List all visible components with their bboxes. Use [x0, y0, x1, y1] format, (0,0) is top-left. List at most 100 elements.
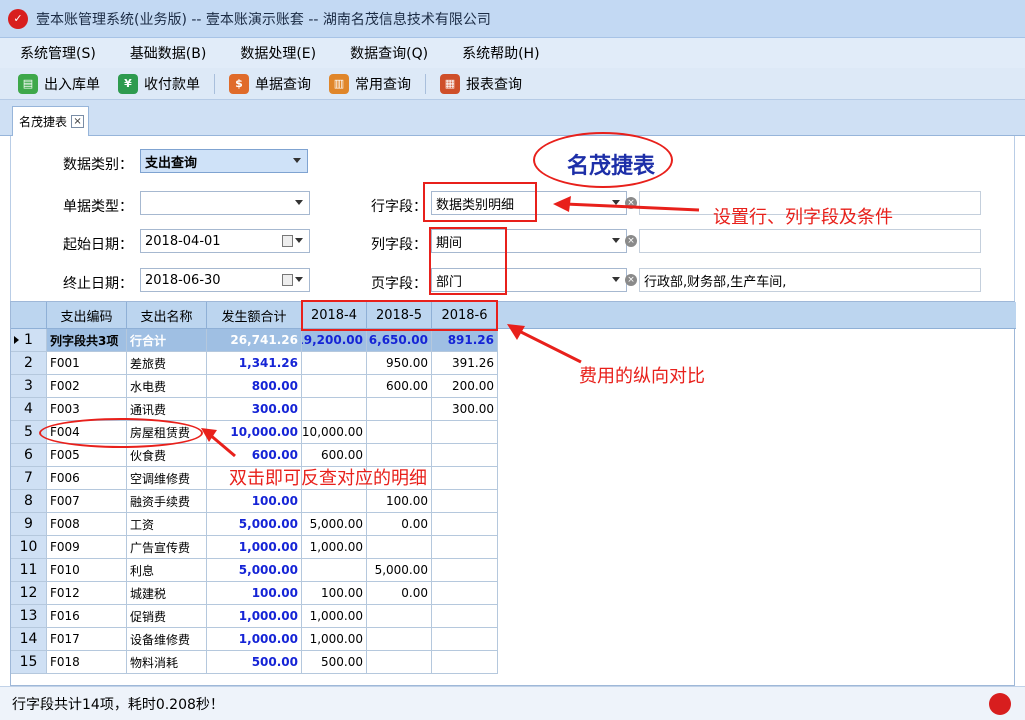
- sum-cell[interactable]: 800.00: [207, 375, 302, 398]
- sum-cell[interactable]: 5,000.00: [207, 559, 302, 582]
- c3-cell[interactable]: [432, 559, 498, 582]
- name-cell[interactable]: 工资: [127, 513, 207, 536]
- c3-cell[interactable]: 391.26: [432, 352, 498, 375]
- close-icon[interactable]: ×: [71, 115, 85, 128]
- code-cell[interactable]: F002: [47, 375, 127, 398]
- doc-type-select[interactable]: [140, 191, 310, 215]
- c3-cell[interactable]: [432, 513, 498, 536]
- c1-cell[interactable]: [302, 375, 367, 398]
- c3-cell[interactable]: [432, 490, 498, 513]
- sum-cell[interactable]: 100.00: [207, 490, 302, 513]
- menu-system-help[interactable]: 系统帮助(H): [456, 41, 545, 65]
- code-cell[interactable]: F012: [47, 582, 127, 605]
- c1-cell[interactable]: 1,000.00: [302, 628, 367, 651]
- table-row[interactable]: 2 F001 差旅费 1,341.26 950.00 391.26: [11, 352, 498, 375]
- header-sum[interactable]: 发生额合计: [207, 302, 302, 329]
- code-cell[interactable]: F001: [47, 352, 127, 375]
- code-cell[interactable]: F010: [47, 559, 127, 582]
- table-row[interactable]: 3 F002 水电费 800.00 600.00 200.00: [11, 375, 498, 398]
- inout-doc-button[interactable]: ▤ 出入库单: [14, 72, 104, 96]
- c1-cell[interactable]: [302, 398, 367, 421]
- code-cell[interactable]: F016: [47, 605, 127, 628]
- c3-cell[interactable]: [432, 651, 498, 674]
- sum-cell[interactable]: 1,000.00: [207, 536, 302, 559]
- c3-cell[interactable]: [432, 444, 498, 467]
- clear-col-field-icon[interactable]: ×: [625, 235, 637, 247]
- table-row[interactable]: 8 F007 融资手续费 100.00 100.00: [11, 490, 498, 513]
- name-cell[interactable]: 促销费: [127, 605, 207, 628]
- c1-cell[interactable]: 500.00: [302, 651, 367, 674]
- data-type-select[interactable]: 支出查询: [140, 149, 308, 173]
- c1-cell[interactable]: 1,000.00: [302, 605, 367, 628]
- code-cell[interactable]: F018: [47, 651, 127, 674]
- menu-system[interactable]: 系统管理(S): [14, 41, 102, 65]
- page-field-condition[interactable]: 行政部,财务部,生产车间,: [639, 268, 981, 292]
- c2-cell[interactable]: 5,000.00: [367, 559, 432, 582]
- name-cell[interactable]: 物料消耗: [127, 651, 207, 674]
- table-row[interactable]: 14 F017 设备维修费 1,000.00 1,000.00: [11, 628, 498, 651]
- name-cell[interactable]: 城建税: [127, 582, 207, 605]
- start-date-picker[interactable]: 2018-04-01: [140, 229, 310, 253]
- c2-cell[interactable]: [367, 651, 432, 674]
- sum-cell[interactable]: 26,741.26: [207, 329, 302, 352]
- table-row[interactable]: 4 F003 通讯费 300.00 300.00: [11, 398, 498, 421]
- end-date-picker[interactable]: 2018-06-30: [140, 268, 310, 292]
- c3-cell[interactable]: [432, 536, 498, 559]
- table-row[interactable]: 10 F009 广告宣传费 1,000.00 1,000.00: [11, 536, 498, 559]
- c1-cell[interactable]: [302, 352, 367, 375]
- c1-cell[interactable]: 100.00: [302, 582, 367, 605]
- c1-cell[interactable]: 5,000.00: [302, 513, 367, 536]
- code-cell[interactable]: F017: [47, 628, 127, 651]
- sum-cell[interactable]: 1,341.26: [207, 352, 302, 375]
- sum-cell[interactable]: 1,000.00: [207, 605, 302, 628]
- sum-cell[interactable]: 300.00: [207, 398, 302, 421]
- header-name[interactable]: 支出名称: [127, 302, 207, 329]
- sum-cell[interactable]: 5,000.00: [207, 513, 302, 536]
- menu-data-processing[interactable]: 数据处理(E): [234, 41, 322, 65]
- sum-cell[interactable]: 500.00: [207, 651, 302, 674]
- c2-cell[interactable]: 950.00: [367, 352, 432, 375]
- name-cell[interactable]: 差旅费: [127, 352, 207, 375]
- code-cell[interactable]: F007: [47, 490, 127, 513]
- table-row[interactable]: 1 列字段共3项 行合计 26,741.26 19,200.00 6,650.0…: [11, 329, 498, 352]
- name-cell[interactable]: 空调维修费: [127, 467, 207, 490]
- table-row[interactable]: 11 F010 利息 5,000.00 5,000.00: [11, 559, 498, 582]
- c2-cell[interactable]: [367, 421, 432, 444]
- name-cell[interactable]: 融资手续费: [127, 490, 207, 513]
- c3-cell[interactable]: 200.00: [432, 375, 498, 398]
- menu-basic-data[interactable]: 基础数据(B): [124, 41, 213, 65]
- c1-cell[interactable]: 1,000.00: [302, 536, 367, 559]
- chart-query-button[interactable]: ▥ 常用查询: [325, 72, 415, 96]
- c3-cell[interactable]: [432, 628, 498, 651]
- c3-cell[interactable]: 300.00: [432, 398, 498, 421]
- sum-cell[interactable]: 100.00: [207, 582, 302, 605]
- c1-cell[interactable]: [302, 490, 367, 513]
- name-cell[interactable]: 利息: [127, 559, 207, 582]
- menu-data-query[interactable]: 数据查询(Q): [344, 41, 434, 65]
- c3-cell[interactable]: [432, 421, 498, 444]
- c3-cell[interactable]: [432, 467, 498, 490]
- c3-cell[interactable]: [432, 582, 498, 605]
- code-cell[interactable]: F009: [47, 536, 127, 559]
- name-cell[interactable]: 广告宣传费: [127, 536, 207, 559]
- c2-cell[interactable]: [367, 536, 432, 559]
- col1-cell[interactable]: 19,200.00: [302, 329, 367, 352]
- col-field-condition[interactable]: [639, 229, 981, 253]
- c2-cell[interactable]: 600.00: [367, 375, 432, 398]
- c2-cell[interactable]: 100.00: [367, 490, 432, 513]
- code-cell[interactable]: 列字段共3项: [47, 329, 127, 352]
- c1-cell[interactable]: 10,000.00: [302, 421, 367, 444]
- c2-cell[interactable]: [367, 398, 432, 421]
- code-cell[interactable]: F008: [47, 513, 127, 536]
- c1-cell[interactable]: [302, 559, 367, 582]
- table-row[interactable]: 15 F018 物料消耗 500.00 500.00: [11, 651, 498, 674]
- table-row[interactable]: 12 F012 城建税 100.00 100.00 0.00: [11, 582, 498, 605]
- doc-query-button[interactable]: $ 单据查询: [225, 72, 315, 96]
- name-cell[interactable]: 设备维修费: [127, 628, 207, 651]
- name-cell[interactable]: 行合计: [127, 329, 207, 352]
- code-cell[interactable]: F006: [47, 467, 127, 490]
- c2-cell[interactable]: [367, 628, 432, 651]
- c3-cell[interactable]: [432, 605, 498, 628]
- c2-cell[interactable]: 0.00: [367, 582, 432, 605]
- col3-cell[interactable]: 891.26: [432, 329, 498, 352]
